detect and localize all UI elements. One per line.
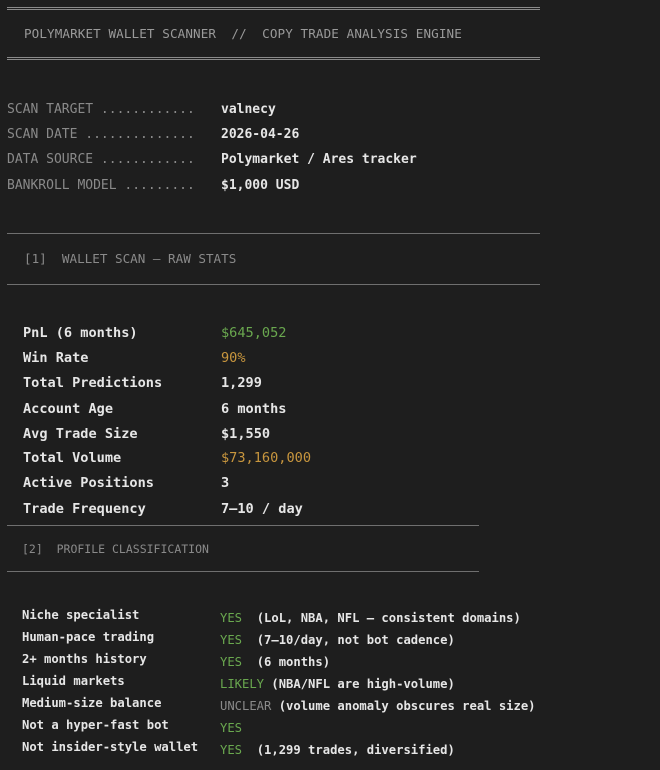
classification-result: YES (LoL, NBA, NFL — consistent domains) <box>220 609 521 625</box>
meta-key: SCAN DATE .............. <box>7 127 195 142</box>
classification-note: (NBA/NFL are high-volume) <box>264 677 455 691</box>
stat-value: 6 months <box>221 401 287 417</box>
meta-key: SCAN TARGET ............ <box>7 102 195 117</box>
stat-value: 90% <box>221 350 246 366</box>
stat-label: Account Age <box>23 401 114 417</box>
classification-note: (6 months) <box>242 655 331 669</box>
classification-note: (1,299 trades, diversified) <box>242 743 455 757</box>
classification-result: YES (6 months) <box>220 653 330 669</box>
section1-bottom-rule <box>7 284 540 285</box>
stat-label: Trade Frequency <box>23 501 146 517</box>
classification-note: (volume anomaly obscures real size) <box>271 699 536 713</box>
meta-key: BANKROLL MODEL ......... <box>7 178 195 193</box>
classification-verdict: YES <box>220 721 243 735</box>
banner-title: POLYMARKET WALLET SCANNER // COPY TRADE … <box>24 26 462 41</box>
classification-criterion: Medium-size balance <box>22 696 162 710</box>
stat-label: Avg Trade Size <box>23 426 138 442</box>
stat-label: PnL (6 months) <box>23 325 138 341</box>
classification-result: LIKELY (NBA/NFL are high-volume) <box>220 675 455 691</box>
classification-result: UNCLEAR (volume anomaly obscures real si… <box>220 697 536 713</box>
banner-top-rule <box>7 7 540 10</box>
classification-criterion: Human-pace trading <box>22 630 155 644</box>
section2-title: [2] PROFILE CLASSIFICATION <box>22 542 209 556</box>
classification-criterion: Liquid markets <box>22 674 125 688</box>
classification-verdict: LIKELY <box>220 677 265 691</box>
classification-criterion: Not insider-style wallet <box>22 740 199 754</box>
classification-verdict: UNCLEAR <box>220 699 272 713</box>
section2-top-rule <box>7 525 479 526</box>
classification-verdict: YES <box>220 655 243 669</box>
stat-label: Active Positions <box>23 475 154 491</box>
classification-result: YES (1,299 trades, diversified) <box>220 741 455 757</box>
classification-verdict: YES <box>220 633 243 647</box>
classification-note: (7–10/day, not bot cadence) <box>242 633 455 647</box>
classification-criterion: Niche specialist <box>22 608 140 622</box>
stat-value: 7–10 / day <box>221 501 303 517</box>
meta-value: $1,000 USD <box>221 178 300 193</box>
classification-criterion: Not a hyper-fast bot <box>22 718 169 732</box>
stat-value: 3 <box>221 475 230 491</box>
classification-note: (LoL, NBA, NFL — consistent domains) <box>242 611 521 625</box>
stat-value: 1,299 <box>221 375 262 391</box>
meta-value: Polymarket / Ares tracker <box>221 152 417 167</box>
stat-label: Total Volume <box>23 450 122 466</box>
section1-top-rule <box>7 233 540 234</box>
meta-key: DATA SOURCE ............ <box>7 152 195 167</box>
stat-value: $1,550 <box>221 426 271 442</box>
meta-value: valnecy <box>221 102 276 117</box>
stat-value: $73,160,000 <box>221 450 312 466</box>
classification-verdict: YES <box>220 743 243 757</box>
section1-title: [1] WALLET SCAN — RAW STATS <box>24 251 237 266</box>
section2-bottom-rule <box>7 571 479 572</box>
classification-result: YES <box>220 719 242 735</box>
meta-value: 2026-04-26 <box>221 127 300 142</box>
banner-bottom-rule <box>7 57 540 60</box>
classification-result: YES (7–10/day, not bot cadence) <box>220 631 455 647</box>
classification-criterion: 2+ months history <box>22 652 147 666</box>
stat-label: Win Rate <box>23 350 89 366</box>
stat-label: Total Predictions <box>23 375 163 391</box>
stat-value: $645,052 <box>221 325 287 341</box>
classification-verdict: YES <box>220 611 243 625</box>
